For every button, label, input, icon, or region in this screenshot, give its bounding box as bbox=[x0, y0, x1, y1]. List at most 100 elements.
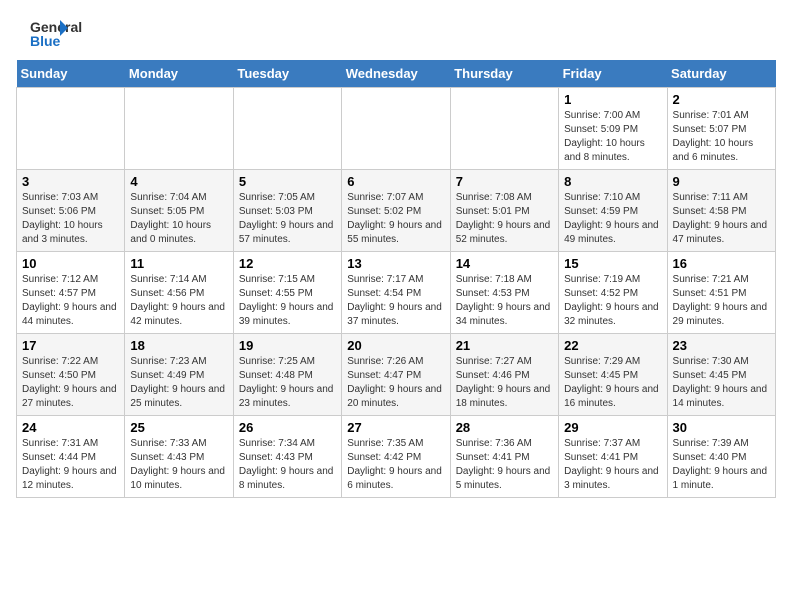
day-info: Sunrise: 7:29 AM Sunset: 4:45 PM Dayligh… bbox=[564, 355, 661, 411]
calendar-cell: 20 Sunrise: 7:26 AM Sunset: 4:47 PM Dayli… bbox=[342, 334, 450, 416]
calendar-cell: 1 Sunrise: 7:00 AM Sunset: 5:09 PM Daylig… bbox=[559, 88, 667, 170]
calendar-cell: 14 Sunrise: 7:18 AM Sunset: 4:53 PM Dayli… bbox=[450, 252, 558, 334]
day-info: Sunrise: 7:05 AM Sunset: 5:03 PM Dayligh… bbox=[239, 191, 336, 247]
calendar-week-row: 10Sunrise: 7:12 AM Sunset: 4:57 PM Dayli… bbox=[17, 252, 776, 334]
calendar-cell: 12 Sunrise: 7:15 AM Sunset: 4:55 PM Dayli… bbox=[233, 252, 341, 334]
calendar-cell: 22 Sunrise: 7:29 AM Sunset: 4:45 PM Dayli… bbox=[559, 334, 667, 416]
calendar-week-row: 17 Sunrise: 7:22 AM Sunset: 4:50 PM Dayli… bbox=[17, 334, 776, 416]
day-info: Sunrise: 7:18 AM Sunset: 4:53 PM Dayligh… bbox=[456, 273, 553, 329]
day-number: 21 bbox=[456, 338, 553, 353]
day-info: Sunrise: 7:36 AM Sunset: 4:41 PM Dayligh… bbox=[456, 437, 553, 493]
logo: GeneralBlue bbox=[16, 16, 86, 52]
day-number: 11 bbox=[130, 256, 227, 271]
calendar-cell: 8Sunrise: 7:10 AM Sunset: 4:59 PM Daylig… bbox=[559, 170, 667, 252]
calendar-week-row: 24 Sunrise: 7:31 AM Sunset: 4:44 PM Dayli… bbox=[17, 416, 776, 498]
day-number: 28 bbox=[456, 420, 553, 435]
calendar-cell: 5Sunrise: 7:05 AM Sunset: 5:03 PM Daylig… bbox=[233, 170, 341, 252]
day-info: Sunrise: 7:11 AM Sunset: 4:58 PM Dayligh… bbox=[673, 191, 770, 247]
day-info: Sunrise: 7:39 AM Sunset: 4:40 PM Dayligh… bbox=[673, 437, 770, 493]
day-number: 24 bbox=[22, 420, 119, 435]
day-number: 18 bbox=[130, 338, 227, 353]
logo-icon: GeneralBlue bbox=[16, 16, 86, 52]
day-number: 20 bbox=[347, 338, 444, 353]
day-info: Sunrise: 7:04 AM Sunset: 5:05 PM Dayligh… bbox=[130, 191, 227, 247]
day-info: Sunrise: 7:35 AM Sunset: 4:42 PM Dayligh… bbox=[347, 437, 444, 493]
day-info: Sunrise: 7:27 AM Sunset: 4:46 PM Dayligh… bbox=[456, 355, 553, 411]
day-info: Sunrise: 7:14 AM Sunset: 4:56 PM Dayligh… bbox=[130, 273, 227, 329]
day-number: 19 bbox=[239, 338, 336, 353]
day-number: 23 bbox=[673, 338, 770, 353]
calendar-cell: 28 Sunrise: 7:36 AM Sunset: 4:41 PM Dayli… bbox=[450, 416, 558, 498]
calendar-cell: 26 Sunrise: 7:34 AM Sunset: 4:43 PM Dayli… bbox=[233, 416, 341, 498]
calendar-cell: 19 Sunrise: 7:25 AM Sunset: 4:48 PM Dayli… bbox=[233, 334, 341, 416]
weekday-header: Sunday bbox=[17, 60, 125, 88]
day-info: Sunrise: 7:30 AM Sunset: 4:45 PM Dayligh… bbox=[673, 355, 770, 411]
day-info: Sunrise: 7:22 AM Sunset: 4:50 PM Dayligh… bbox=[22, 355, 119, 411]
weekday-header: Wednesday bbox=[342, 60, 450, 88]
weekday-header: Friday bbox=[559, 60, 667, 88]
day-number: 25 bbox=[130, 420, 227, 435]
calendar-cell: 4 Sunrise: 7:04 AM Sunset: 5:05 PM Daylig… bbox=[125, 170, 233, 252]
weekday-header: Thursday bbox=[450, 60, 558, 88]
day-number: 1 bbox=[564, 92, 661, 107]
day-info: Sunrise: 7:10 AM Sunset: 4:59 PM Dayligh… bbox=[564, 191, 661, 247]
header: GeneralBlue bbox=[16, 16, 776, 52]
calendar-cell: 9Sunrise: 7:11 AM Sunset: 4:58 PM Daylig… bbox=[667, 170, 775, 252]
day-number: 16 bbox=[673, 256, 770, 271]
weekday-header: Monday bbox=[125, 60, 233, 88]
calendar-cell bbox=[125, 88, 233, 170]
day-info: Sunrise: 7:26 AM Sunset: 4:47 PM Dayligh… bbox=[347, 355, 444, 411]
calendar-header: SundayMondayTuesdayWednesdayThursdayFrid… bbox=[17, 60, 776, 88]
svg-text:Blue: Blue bbox=[30, 33, 61, 49]
day-info: Sunrise: 7:07 AM Sunset: 5:02 PM Dayligh… bbox=[347, 191, 444, 247]
calendar-cell: 24 Sunrise: 7:31 AM Sunset: 4:44 PM Dayli… bbox=[17, 416, 125, 498]
day-number: 14 bbox=[456, 256, 553, 271]
calendar-cell: 21 Sunrise: 7:27 AM Sunset: 4:46 PM Dayli… bbox=[450, 334, 558, 416]
calendar-cell: 10Sunrise: 7:12 AM Sunset: 4:57 PM Dayli… bbox=[17, 252, 125, 334]
calendar-cell bbox=[17, 88, 125, 170]
calendar-cell: 27Sunrise: 7:35 AM Sunset: 4:42 PM Dayli… bbox=[342, 416, 450, 498]
day-number: 30 bbox=[673, 420, 770, 435]
day-number: 13 bbox=[347, 256, 444, 271]
day-number: 12 bbox=[239, 256, 336, 271]
calendar-cell: 2 Sunrise: 7:01 AM Sunset: 5:07 PM Daylig… bbox=[667, 88, 775, 170]
day-info: Sunrise: 7:34 AM Sunset: 4:43 PM Dayligh… bbox=[239, 437, 336, 493]
calendar-cell: 15Sunrise: 7:19 AM Sunset: 4:52 PM Dayli… bbox=[559, 252, 667, 334]
day-info: Sunrise: 7:17 AM Sunset: 4:54 PM Dayligh… bbox=[347, 273, 444, 329]
calendar-cell: 13 Sunrise: 7:17 AM Sunset: 4:54 PM Dayli… bbox=[342, 252, 450, 334]
day-info: Sunrise: 7:23 AM Sunset: 4:49 PM Dayligh… bbox=[130, 355, 227, 411]
calendar-cell: 29 Sunrise: 7:37 AM Sunset: 4:41 PM Dayli… bbox=[559, 416, 667, 498]
calendar-cell: 16 Sunrise: 7:21 AM Sunset: 4:51 PM Dayli… bbox=[667, 252, 775, 334]
calendar-cell: 18 Sunrise: 7:23 AM Sunset: 4:49 PM Dayli… bbox=[125, 334, 233, 416]
day-number: 3 bbox=[22, 174, 119, 189]
calendar-week-row: 1 Sunrise: 7:00 AM Sunset: 5:09 PM Daylig… bbox=[17, 88, 776, 170]
calendar-cell: 25Sunrise: 7:33 AM Sunset: 4:43 PM Dayli… bbox=[125, 416, 233, 498]
day-info: Sunrise: 7:01 AM Sunset: 5:07 PM Dayligh… bbox=[673, 109, 770, 165]
day-number: 2 bbox=[673, 92, 770, 107]
day-number: 15 bbox=[564, 256, 661, 271]
day-info: Sunrise: 7:37 AM Sunset: 4:41 PM Dayligh… bbox=[564, 437, 661, 493]
day-info: Sunrise: 7:00 AM Sunset: 5:09 PM Dayligh… bbox=[564, 109, 661, 165]
day-info: Sunrise: 7:25 AM Sunset: 4:48 PM Dayligh… bbox=[239, 355, 336, 411]
day-info: Sunrise: 7:03 AM Sunset: 5:06 PM Dayligh… bbox=[22, 191, 119, 247]
calendar-cell: 3 Sunrise: 7:03 AM Sunset: 5:06 PM Daylig… bbox=[17, 170, 125, 252]
day-info: Sunrise: 7:08 AM Sunset: 5:01 PM Dayligh… bbox=[456, 191, 553, 247]
day-number: 29 bbox=[564, 420, 661, 435]
day-number: 22 bbox=[564, 338, 661, 353]
weekday-header: Tuesday bbox=[233, 60, 341, 88]
calendar-week-row: 3 Sunrise: 7:03 AM Sunset: 5:06 PM Daylig… bbox=[17, 170, 776, 252]
calendar-cell: 11 Sunrise: 7:14 AM Sunset: 4:56 PM Dayli… bbox=[125, 252, 233, 334]
calendar-body: 1 Sunrise: 7:00 AM Sunset: 5:09 PM Daylig… bbox=[17, 88, 776, 498]
calendar-table: SundayMondayTuesdayWednesdayThursdayFrid… bbox=[16, 60, 776, 498]
weekday-header: Saturday bbox=[667, 60, 775, 88]
day-number: 26 bbox=[239, 420, 336, 435]
day-number: 4 bbox=[130, 174, 227, 189]
day-info: Sunrise: 7:15 AM Sunset: 4:55 PM Dayligh… bbox=[239, 273, 336, 329]
header-row: SundayMondayTuesdayWednesdayThursdayFrid… bbox=[17, 60, 776, 88]
calendar-cell: 7 Sunrise: 7:08 AM Sunset: 5:01 PM Daylig… bbox=[450, 170, 558, 252]
day-number: 7 bbox=[456, 174, 553, 189]
day-info: Sunrise: 7:31 AM Sunset: 4:44 PM Dayligh… bbox=[22, 437, 119, 493]
day-info: Sunrise: 7:12 AM Sunset: 4:57 PM Dayligh… bbox=[22, 273, 119, 329]
day-info: Sunrise: 7:21 AM Sunset: 4:51 PM Dayligh… bbox=[673, 273, 770, 329]
day-number: 17 bbox=[22, 338, 119, 353]
